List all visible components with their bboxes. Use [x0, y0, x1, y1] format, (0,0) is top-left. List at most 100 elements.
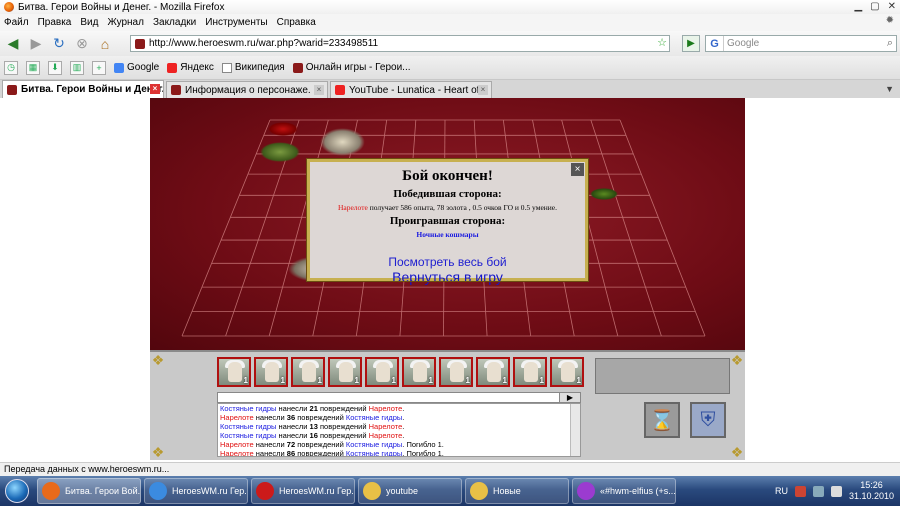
search-input[interactable]: Google [727, 38, 759, 49]
tray-app-icon[interactable] [794, 485, 806, 497]
unit-info-panel [595, 358, 730, 394]
tab-youtube[interactable]: YouTube - Lunatica - Heart of a Lion × [330, 81, 492, 98]
url-bar[interactable]: http://www.heroeswm.ru/war.php?warid=233… [130, 35, 670, 52]
taskbar-item[interactable]: HeroesWM.ru Гер... [251, 478, 355, 504]
log-rest: повреждений [317, 422, 369, 431]
bookmarks-toolbar: ◷ ▦ ⬇ ▥ + Google Яндекс Википедия Онлайн… [0, 56, 900, 80]
unit-count: 1 [391, 376, 396, 385]
close-tab-icon[interactable]: × [150, 84, 160, 94]
tab-label: Битва. Герои Войны и Денег. [21, 84, 164, 95]
bookmark-star-icon[interactable]: ☆ [657, 36, 667, 49]
close-dialog-button[interactable]: × [571, 163, 584, 176]
clock[interactable]: 15:26 31.10.2010 [849, 480, 894, 502]
navigation-toolbar: ◀ ▶ ↻ ⊗ ⌂ http://www.heroeswm.ru/war.php… [0, 31, 900, 56]
tab-character-info[interactable]: Информация о персонаже. × [166, 81, 328, 98]
stop-button[interactable]: ⊗ [72, 34, 92, 54]
download-icon[interactable]: ⬇ [48, 60, 62, 75]
close-tab-icon[interactable]: × [478, 85, 488, 95]
bookmark-label: Яндекс [180, 62, 214, 73]
elf-portrait-icon [561, 362, 575, 382]
menu-edit[interactable]: Правка [38, 17, 72, 28]
back-button[interactable]: ◀ [3, 34, 23, 54]
tab-battle[interactable]: Битва. Герои Войны и Денег. × [2, 80, 164, 98]
unit-bone-dragon-1[interactable] [260, 142, 300, 162]
army-unit-slot[interactable]: 1 [439, 357, 473, 387]
menu-tools[interactable]: Инструменты [205, 17, 267, 28]
bookmark-google[interactable]: Google [114, 62, 159, 73]
taskbar-item[interactable]: «#hwm-elfius (+s... [572, 478, 676, 504]
dialog-title: Бой окончен! [402, 168, 493, 184]
language-indicator[interactable]: RU [775, 486, 788, 496]
log-scrollbar[interactable] [570, 404, 580, 456]
defend-shield-button[interactable]: ⛨ [690, 402, 726, 438]
view-full-battle-link[interactable]: Посмотреть весь бой [310, 255, 585, 269]
forward-button[interactable]: ▶ [26, 34, 46, 54]
close-tab-icon[interactable]: × [314, 85, 324, 95]
army-unit-slot[interactable]: 1 [550, 357, 584, 387]
army-unit-slot[interactable]: 1 [476, 357, 510, 387]
tab-list-chevron-down-icon[interactable]: ▼ [885, 84, 894, 94]
taskbar-item[interactable]: HeroesWM.ru Гер... [144, 478, 248, 504]
toolbar-icon-1[interactable]: ◷ [4, 60, 18, 75]
return-to-game-link[interactable]: Вернуться в игру [310, 269, 585, 285]
unit-skeleton-1[interactable] [320, 128, 365, 156]
loser-name: Ночные кошмары [416, 230, 479, 239]
toolbar-icon-2[interactable]: ▦ [26, 60, 40, 75]
taskbar-item[interactable]: Новые [465, 478, 569, 504]
youtube-favicon-icon [335, 85, 345, 95]
army-unit-slot[interactable]: 1 [513, 357, 547, 387]
add-icon[interactable]: + [92, 60, 106, 75]
menu-file[interactable]: Файл [4, 17, 29, 28]
bookmark-label: Википедия [234, 62, 285, 73]
taskbar-item-label: «#hwm-elfius (+s... [600, 486, 676, 496]
army-unit-slot[interactable]: 1 [254, 357, 288, 387]
status-bar: Передача данных с www.heroeswm.ru... [0, 462, 900, 476]
throbber-icon: ✹ [885, 15, 894, 26]
battle-result-dialog: × Бой окончен! Победившая сторона: Нарел… [306, 158, 589, 285]
url-text: http://www.heroeswm.ru/war.php?warid=233… [149, 38, 379, 49]
unit-red-creature[interactable] [268, 122, 298, 136]
bookmark-wikipedia[interactable]: Википедия [221, 62, 285, 73]
start-button[interactable] [0, 476, 34, 506]
log-entry: Костяные гидры нанесли 13 повреждений На… [220, 422, 580, 431]
reload-button[interactable]: ↻ [49, 34, 69, 54]
clock-date: 31.10.2010 [848, 491, 894, 501]
maximize-icon[interactable]: ▢ [870, 1, 879, 12]
home-button[interactable]: ⌂ [95, 34, 115, 54]
tray-network-icon[interactable] [812, 485, 824, 497]
taskbar-item[interactable]: Битва. Герои Вой... [37, 478, 141, 504]
army-unit-slot[interactable]: 1 [291, 357, 325, 387]
toolbar-icon-4[interactable]: ▥ [70, 60, 84, 75]
menu-help[interactable]: Справка [277, 17, 316, 28]
send-arrow-button[interactable]: ▶ [559, 392, 581, 403]
site-favicon-icon [135, 38, 145, 49]
search-box[interactable]: G Google ⌕ [705, 35, 897, 52]
army-unit-slot[interactable]: 1 [217, 357, 251, 387]
menu-history[interactable]: Журнал [107, 17, 144, 28]
army-unit-slot[interactable]: 1 [328, 357, 362, 387]
unit-count: 1 [317, 376, 322, 385]
close-window-icon[interactable]: ✕ [888, 1, 896, 12]
log-target: Нарелоте [368, 422, 403, 431]
log-verb: нанесли [253, 449, 287, 457]
menu-view[interactable]: Вид [80, 17, 98, 28]
wait-hourglass-button[interactable]: ⌛ [644, 402, 680, 438]
bookmark-heroes[interactable]: Онлайн игры - Герои... [292, 62, 411, 73]
army-unit-slot[interactable]: 1 [402, 357, 436, 387]
taskbar-item[interactable]: youtube [358, 478, 462, 504]
bookmark-yandex[interactable]: Яндекс [167, 62, 214, 73]
army-unit-slot[interactable]: 1 [365, 357, 399, 387]
menu-bookmarks[interactable]: Закладки [153, 17, 196, 28]
search-icon[interactable]: ⌕ [887, 37, 893, 50]
search-engine-google-icon[interactable]: G [706, 36, 724, 51]
elf-portrait-icon [487, 362, 501, 382]
irc-icon [577, 482, 595, 500]
tray-volume-icon[interactable] [830, 485, 842, 497]
elf-portrait-icon [265, 362, 279, 382]
bookmark-label: Онлайн игры - Герои... [305, 62, 411, 73]
go-button[interactable]: ▶ [682, 35, 700, 52]
unit-green-creature[interactable] [590, 188, 618, 200]
unit-count: 1 [502, 376, 507, 385]
minimize-icon[interactable]: ▁ [854, 1, 862, 12]
chat-input[interactable]: ▶ [217, 392, 581, 403]
